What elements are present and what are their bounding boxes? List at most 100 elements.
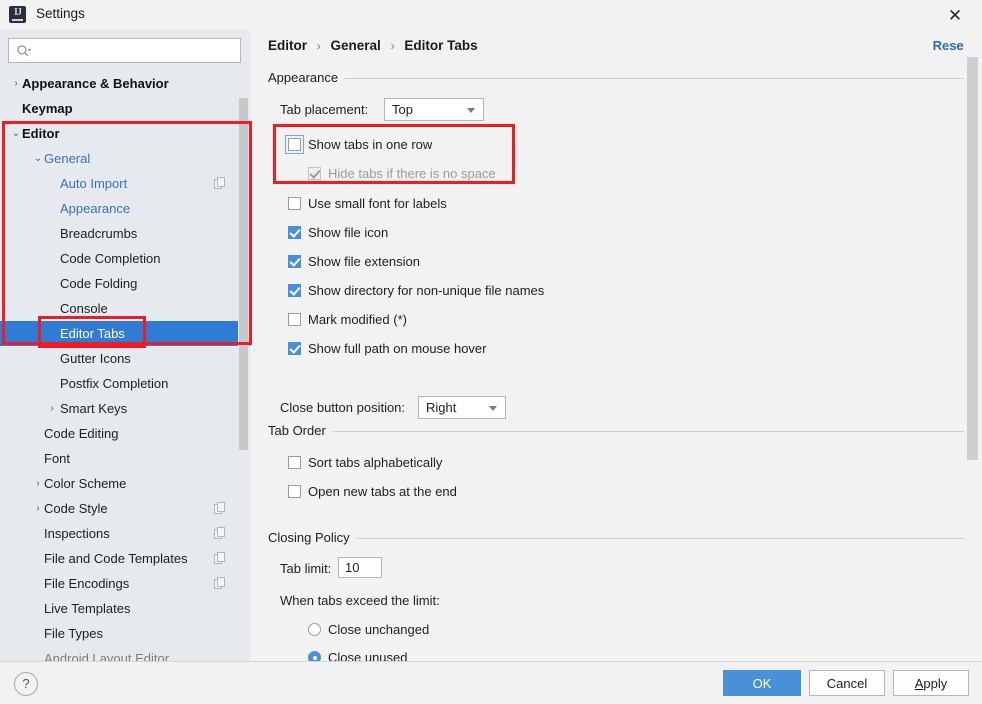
settings-tree[interactable]: › Appearance & Behavior Keymap ⌄ Editor ⌄ Gene… xyxy=(0,71,250,661)
radio-label-close-unchanged: Close unchanged xyxy=(328,622,430,637)
checkbox-sort-tabs-alphabetically[interactable] xyxy=(288,456,301,469)
apply-button-rest: pply xyxy=(923,676,948,691)
sidebar-item-live-templates[interactable]: Live Templates xyxy=(0,596,250,621)
sidebar-item-console[interactable]: Console xyxy=(0,296,250,321)
when-tabs-exceed-limit-label: When tabs exceed the limit: xyxy=(280,593,440,608)
sidebar-item-general[interactable]: ⌄ General xyxy=(0,146,250,171)
settings-sidebar: › Appearance & Behavior Keymap ⌄ Editor ⌄ Gene… xyxy=(0,30,250,661)
chevron-down-icon xyxy=(489,406,497,411)
sidebar-item-file-and-code-templates[interactable]: File and Code Templates xyxy=(0,546,250,571)
breadcrumb: Editor › General › Editor Tabs xyxy=(268,38,478,53)
breadcrumb-separator-icon: › xyxy=(390,39,395,53)
checkbox-show-directory-for-non-unique-file-names[interactable] xyxy=(288,284,301,297)
sidebar-item-code-folding[interactable]: Code Folding xyxy=(0,271,250,296)
checkbox-label-show-tabs-in-one-row: Show tabs in one row xyxy=(308,137,433,152)
sidebar-item-label: Editor Tabs xyxy=(60,326,125,341)
tab-placement-value: Top xyxy=(392,102,413,117)
close-button-position-dropdown[interactable]: Right xyxy=(418,396,506,419)
checkbox-show-full-path-on-mouse-hover[interactable] xyxy=(288,342,301,355)
tab-limit-value: 10 xyxy=(345,560,360,575)
copy-settings-icon[interactable] xyxy=(214,577,226,589)
sidebar-item-label: Code Folding xyxy=(60,276,138,291)
sidebar-item-label: Console xyxy=(60,301,108,316)
breadcrumb-part-editor-tabs[interactable]: Editor Tabs xyxy=(404,38,477,53)
sidebar-item-appearance[interactable]: Appearance xyxy=(0,196,250,221)
sidebar-item-file-types[interactable]: File Types xyxy=(0,621,250,646)
sidebar-item-inspections[interactable]: Inspections xyxy=(0,521,250,546)
sidebar-item-label: Code Style xyxy=(44,501,108,516)
copy-settings-icon[interactable] xyxy=(214,502,226,514)
sidebar-item-code-style[interactable]: › Code Style xyxy=(0,496,250,521)
sidebar-item-postfix-completion[interactable]: Postfix Completion xyxy=(0,371,250,396)
chevron-down-icon xyxy=(467,108,475,113)
ok-button[interactable]: OK xyxy=(723,670,801,696)
breadcrumb-separator-icon: › xyxy=(316,39,321,53)
sidebar-item-label: Live Templates xyxy=(44,601,131,616)
sidebar-item-gutter-icons[interactable]: Gutter Icons xyxy=(0,346,250,371)
chevron-right-icon[interactable]: › xyxy=(46,396,58,421)
sidebar-item-code-editing[interactable]: Code Editing xyxy=(0,421,250,446)
content-scrollbar-thumb[interactable] xyxy=(967,57,978,460)
copy-settings-icon[interactable] xyxy=(214,527,226,539)
title-bar: IJ Settings ✕ xyxy=(0,0,982,30)
chevron-down-icon[interactable]: ⌄ xyxy=(32,146,44,171)
sidebar-item-editor[interactable]: ⌄ Editor xyxy=(0,121,250,146)
sidebar-item-label: Font xyxy=(44,451,71,466)
copy-settings-icon[interactable] xyxy=(214,552,226,564)
tab-placement-dropdown[interactable]: Top xyxy=(384,98,484,121)
chevron-right-icon[interactable]: › xyxy=(32,496,44,521)
checkbox-mark-modified[interactable] xyxy=(288,313,301,326)
sidebar-item-label: Postfix Completion xyxy=(60,376,169,391)
checkbox-show-file-icon[interactable] xyxy=(288,226,301,239)
checkbox-open-new-tabs-at-the-end[interactable] xyxy=(288,485,301,498)
sidebar-scrollbar-thumb[interactable] xyxy=(239,98,248,450)
close-icon[interactable]: ✕ xyxy=(940,4,970,28)
sidebar-item-auto-import[interactable]: Auto Import xyxy=(0,171,250,196)
sidebar-item-font[interactable]: Font xyxy=(0,446,250,471)
dialog-footer: ? OK Cancel Apply xyxy=(0,661,982,704)
close-button-position-label: Close button position: xyxy=(280,400,406,415)
breadcrumb-part-editor[interactable]: Editor xyxy=(268,38,307,53)
tab-placement-label-row: Tab placement: xyxy=(280,99,368,121)
checkbox-label-show-file-extension: Show file extension xyxy=(308,254,421,269)
checkbox-use-small-font-for-labels[interactable] xyxy=(288,197,301,210)
settings-content-panel: Editor › General › Editor Tabs Reset App… xyxy=(250,30,982,665)
checkbox-hide-tabs-if-there-is-no-space[interactable] xyxy=(308,167,321,180)
copy-settings-icon[interactable] xyxy=(214,177,226,189)
sidebar-item-breadcrumbs[interactable]: Breadcrumbs xyxy=(0,221,250,246)
sidebar-item-label: Gutter Icons xyxy=(60,351,131,366)
chevron-down-icon[interactable]: ⌄ xyxy=(10,121,22,146)
sidebar-item-label: File Types xyxy=(44,626,104,641)
sidebar-item-editor-tabs[interactable]: Editor Tabs xyxy=(0,321,250,346)
checkbox-show-file-extension[interactable] xyxy=(288,255,301,268)
sidebar-item-label: General xyxy=(44,151,91,166)
intellij-idea-icon: IJ xyxy=(9,6,26,23)
sidebar-item-appearance-behavior[interactable]: › Appearance & Behavior xyxy=(0,71,250,96)
cancel-button[interactable]: Cancel xyxy=(809,670,885,696)
sidebar-item-code-completion[interactable]: Code Completion xyxy=(0,246,250,271)
checkbox-label-hide-tabs-if-there-is-no-space: Hide tabs if there is no space xyxy=(328,166,496,181)
checkbox-show-tabs-in-one-row[interactable] xyxy=(288,138,301,151)
sidebar-item-label: Android Layout Editor xyxy=(44,651,170,661)
group-closing-policy: Closing Policy xyxy=(268,530,964,546)
chevron-right-icon[interactable]: › xyxy=(10,71,22,96)
radio-close-unchanged[interactable] xyxy=(308,623,321,636)
sidebar-item-android-layout-editor[interactable]: Android Layout Editor xyxy=(0,646,250,661)
sidebar-item-smart-keys[interactable]: › Smart Keys xyxy=(0,396,250,421)
checkbox-label-use-small-font-for-labels: Use small font for labels xyxy=(308,196,447,211)
search-box[interactable] xyxy=(8,38,241,63)
reset-link[interactable]: Reset xyxy=(933,38,968,53)
chevron-right-icon[interactable]: › xyxy=(32,471,44,496)
sidebar-item-label: Inspections xyxy=(44,526,110,541)
close-button-position-label-row: Close button position: xyxy=(280,397,405,419)
help-button[interactable]: ? xyxy=(14,672,38,696)
search-input[interactable] xyxy=(36,41,240,63)
sidebar-item-color-scheme[interactable]: › Color Scheme xyxy=(0,471,250,496)
sidebar-item-label: Appearance xyxy=(60,201,131,216)
sidebar-item-label: Smart Keys xyxy=(60,401,128,416)
tab-limit-input[interactable]: 10 xyxy=(338,557,382,578)
sidebar-item-keymap[interactable]: Keymap xyxy=(0,96,250,121)
sidebar-item-file-encodings[interactable]: File Encodings xyxy=(0,571,250,596)
breadcrumb-part-general[interactable]: General xyxy=(331,38,381,53)
apply-button[interactable]: Apply xyxy=(893,670,969,696)
